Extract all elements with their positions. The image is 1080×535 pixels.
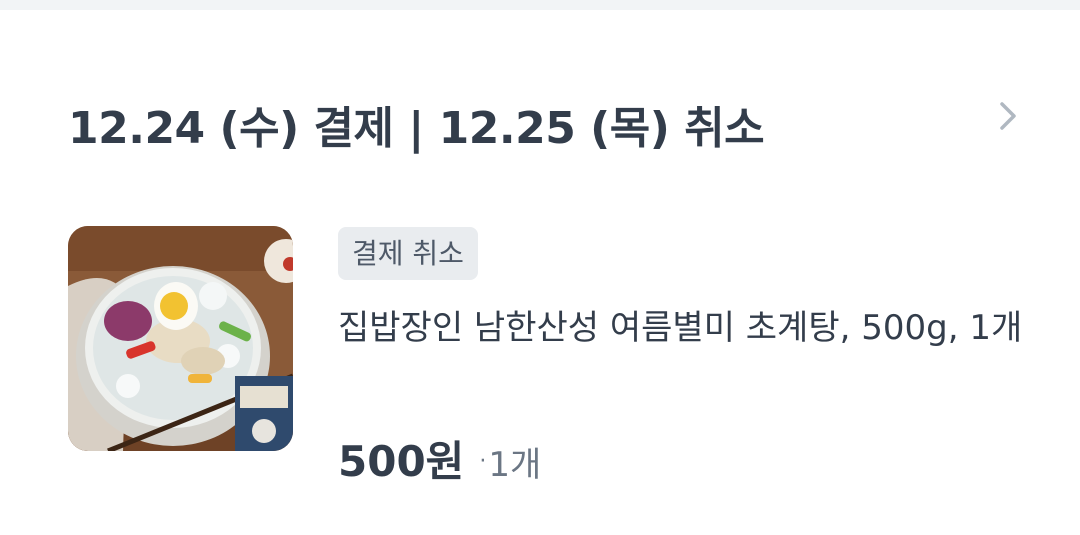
chevron-right-icon[interactable]: [988, 96, 1028, 136]
separator-dot: ·: [479, 449, 487, 474]
status-badge: 결제 취소: [338, 227, 478, 280]
top-divider: [0, 0, 1080, 10]
order-header[interactable]: 12.24 (수) 결제 | 12.25 (목) 취소: [68, 80, 1028, 160]
price-row: 500원 ·1개: [338, 428, 541, 489]
price: 500원: [338, 437, 465, 486]
order-date-title: 12.24 (수) 결제 | 12.25 (목) 취소: [68, 103, 765, 154]
product-name[interactable]: 집밥장인 남한산성 여름별미 초계탕, 500g, 1개: [338, 300, 1038, 356]
quantity: ·1개: [479, 445, 541, 485]
quantity-value: 1개: [488, 445, 542, 485]
product-image[interactable]: [68, 226, 293, 451]
